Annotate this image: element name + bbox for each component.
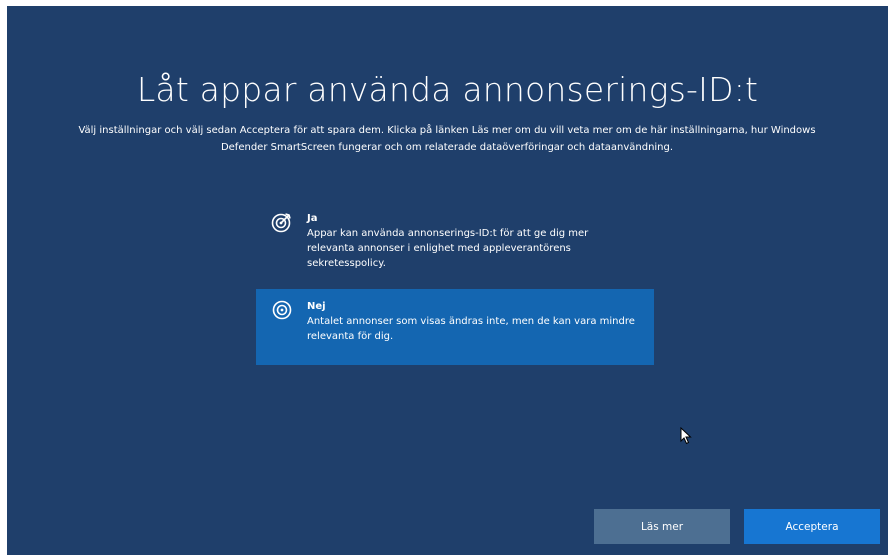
- mouse-pointer-icon: [680, 426, 692, 445]
- oobe-screen: Låt appar använda annonserings-ID:t Välj…: [7, 6, 888, 555]
- options-list: Ja Appar kan använda annonserings-ID:t f…: [256, 201, 654, 365]
- option-yes-title: Ja: [307, 213, 318, 224]
- page-subtitle: Välj inställningar och välj sedan Accept…: [78, 125, 816, 153]
- accept-button[interactable]: Acceptera: [744, 509, 880, 544]
- option-no-description: Antalet annonser som visas ändras inte, …: [307, 316, 635, 342]
- target-check-icon: [271, 211, 293, 233]
- page-title: Låt appar använda annonserings-ID:t: [136, 70, 759, 109]
- learn-more-button[interactable]: Läs mer: [594, 509, 730, 544]
- option-yes[interactable]: Ja Appar kan använda annonserings-ID:t f…: [256, 201, 654, 289]
- target-icon: [271, 299, 293, 321]
- option-yes-description: Appar kan använda annonserings-ID:t för …: [307, 228, 589, 269]
- option-no[interactable]: Nej Antalet annonser som visas ändras in…: [256, 289, 654, 365]
- option-no-title: Nej: [307, 301, 326, 312]
